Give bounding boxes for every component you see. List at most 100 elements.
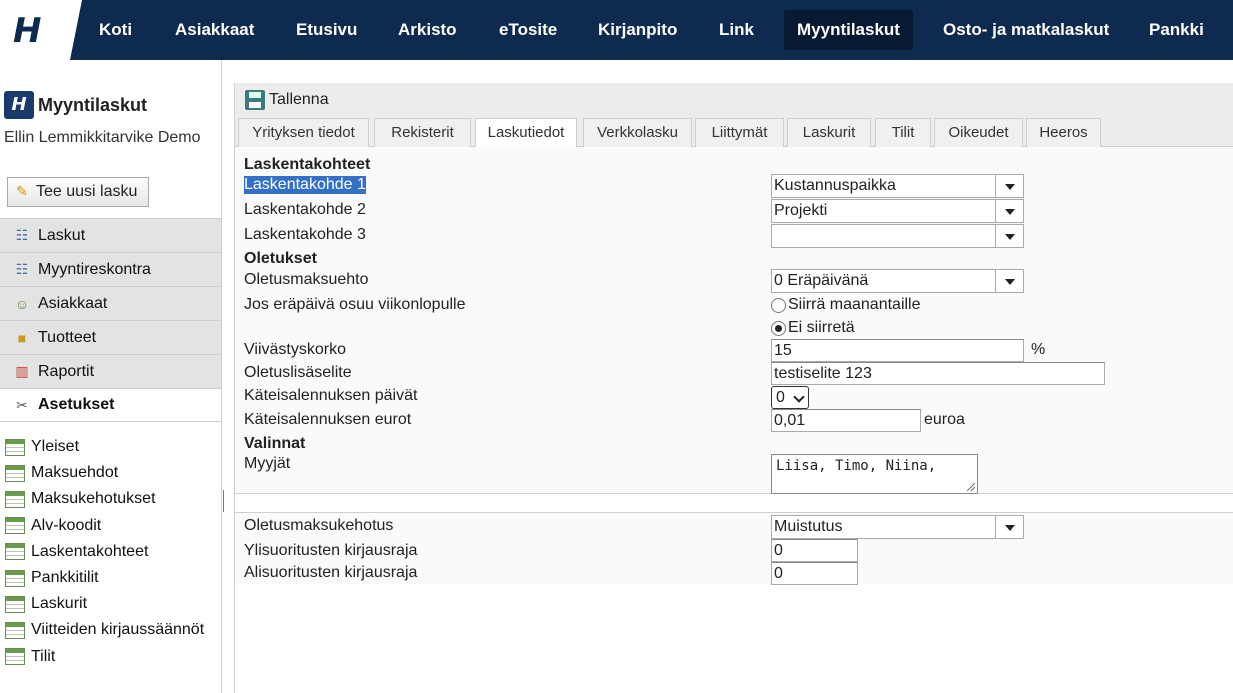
table-icon [5,543,25,561]
nav-etosite[interactable]: eTosite [486,10,570,50]
oletusmaksuehto-label: Oletusmaksuehto [244,271,369,288]
radio-button-selected[interactable] [771,320,786,336]
submenu-item-label: Pankkitilit [31,569,99,587]
oletusmaksuehto-select[interactable]: 0 Eräpäivänä [771,269,1024,293]
new-invoice-label: Tee uusi lasku [36,183,138,200]
submenu-item-label: Maksuehdot [31,464,119,482]
oletusmaksukehotus-label: Oletusmaksukehotus [244,517,394,534]
submenu-item-tilit[interactable]: Tilit [5,644,220,670]
table-icon [5,621,25,639]
floppy-disk-icon [245,90,265,110]
sidebar-item-myyntireskontra[interactable]: ☷ Myyntireskontra [0,252,221,286]
radio-ei-siirreta[interactable]: Ei siirretä [771,319,855,337]
oletusmaksukehotus-select[interactable]: Muistutus [771,515,1024,539]
dropdown-arrow-icon [995,516,1023,538]
laskentakohde-2-select[interactable]: Projekti [771,199,1024,223]
nav-pankki[interactable]: Pankki [1136,10,1217,50]
tab-laskurit[interactable]: Laskurit [787,118,871,147]
select-value: Kustannuspaikka [774,177,896,194]
ylisuoritus-input[interactable]: 0 [771,539,858,562]
app-logo-icon: H [4,91,34,119]
kateisalennus-eurot-input[interactable]: 0,01 [771,409,921,432]
submenu-item-pankkitilit[interactable]: Pankkitilit [5,565,220,591]
save-button[interactable]: Tallenna [245,90,329,110]
select-value: 0 Eräpäivänä [774,272,869,289]
viivastyskorko-label: Viivästyskorko [244,341,346,358]
sidebar-item-laskut[interactable]: ☷ Laskut [0,218,221,252]
laskentakohde-2-label: Laskentakohde 2 [244,201,366,218]
tab-heeros[interactable]: Heeros [1026,118,1101,147]
kateisalennus-paivat-label: Käteisalennuksen päivät [244,387,418,404]
nav-koti[interactable]: Koti [86,10,145,50]
submenu-item-laskentakohteet[interactable]: Laskentakohteet [5,539,220,565]
new-invoice-button[interactable]: ✎ Tee uusi lasku [7,177,149,207]
sidebar-item-asiakkaat[interactable]: ☺ Asiakkaat [0,286,221,320]
tab-laskutiedot[interactable]: Laskutiedot [475,118,577,148]
new-document-icon: ✎ [16,183,28,199]
kateisalennus-paivat-select[interactable]: 0 [771,386,809,409]
submenu-item-label: Viitteiden kirjaussäännöt [31,621,205,639]
top-navigation: H Koti Asiakkaat Etusivu Arkisto eTosite… [0,0,1233,60]
tab-verkkolasku[interactable]: Verkkolasku [583,118,692,147]
oletuslisaselite-input[interactable]: testiselite 123 [771,362,1105,385]
myyjat-label: Myyjät [244,455,291,472]
submenu-item-alv-koodit[interactable]: Alv-koodit [5,513,220,539]
alisuoritus-input[interactable]: 0 [771,562,858,585]
nav-asiakkaat[interactable]: Asiakkaat [162,10,267,50]
nav-link[interactable]: Link [706,10,767,50]
table-icon [5,595,25,613]
sidebar-item-tuotteet[interactable]: ■ Tuotteet [0,320,221,354]
submenu-item-maksuehdot[interactable]: Maksuehdot [5,460,220,486]
dropdown-arrow-icon [995,175,1023,197]
brand-logo-mark: H [13,11,42,51]
radio-siirra-maanantaille[interactable]: Siirrä maanantaille [771,296,921,314]
tab-oikeudet[interactable]: Oikeudet [934,118,1023,147]
submenu-item-label: Laskentakohteet [31,542,149,560]
nav-kirjanpito[interactable]: Kirjanpito [585,10,690,50]
resize-grip-icon[interactable] [967,483,975,491]
company-name: Ellin Lemmikkitarvike Demo [4,129,201,146]
nav-myyntilaskut[interactable]: Myyntilaskut [784,10,913,50]
kateisalennus-eurot-label: Käteisalennuksen eurot [244,411,412,428]
radio-button[interactable] [771,297,786,313]
oletuslisaselite-label: Oletuslisäselite [244,364,352,381]
tab-rekisterit[interactable]: Rekisterit [374,118,471,147]
submenu-item-laskurit[interactable]: Laskurit [5,591,220,617]
tab-liittymat[interactable]: Liittymät [695,118,784,147]
sidebar-item-label: Laskut [38,226,86,244]
ledger-icon: ☷ [15,261,29,277]
submenu-item-label: Maksukehotukset [31,490,156,508]
laskentakohde-3-select[interactable] [771,224,1024,248]
submenu-item-yleiset[interactable]: Yleiset [5,434,220,460]
submenu-item-maksukehotukset[interactable]: Maksukehotukset [5,486,220,512]
tab-yrityksen-tiedot[interactable]: Yrityksen tiedot [238,118,369,147]
reports-chart-icon: ▥ [15,363,29,379]
sidebar-item-label: Asiakkaat [38,294,108,312]
radio-label: Ei siirretä [788,319,855,336]
nav-osto-ja-matkalaskut[interactable]: Osto- ja matkalaskut [930,10,1122,50]
products-icon: ■ [17,329,27,346]
submenu-item-viitteiden-kirjaussaannot[interactable]: Viitteiden kirjaussäännöt [5,617,220,643]
brand-logo[interactable]: H [0,0,82,60]
viivastyskorko-input[interactable]: 15 [771,339,1024,362]
myyjat-textarea[interactable]: Liisa, Timo, Niina, [771,454,978,494]
tab-tilit[interactable]: Tilit [875,118,931,147]
laskentakohde-1-select[interactable]: Kustannuspaikka [771,174,1024,198]
sidebar-item-label: Myyntireskontra [38,260,151,278]
nav-etusivu[interactable]: Etusivu [283,10,370,50]
sidebar-item-asetukset[interactable]: ✂ Asetukset [0,388,221,422]
viikonloppu-label: Jos eräpäivä osuu viikonlopulle [244,296,466,313]
sidebar-item-raportit[interactable]: ▥ Raportit [0,354,221,388]
sidebar-item-label: Tuotteet [38,328,97,346]
textarea-value: Liisa, Timo, Niina, [776,458,937,474]
invoice-list-icon: ☷ [15,227,29,243]
nav-arkisto[interactable]: Arkisto [385,10,470,50]
section-laskentakohteet: Laskentakohteet [244,156,371,173]
percent-unit: % [1031,341,1046,358]
table-icon [5,648,25,666]
panel-resize-handle[interactable] [223,490,224,512]
table-icon [5,569,25,587]
payment-reminder-form: Oletusmaksukehotus Muistutus Ylisuoritus… [235,512,1233,585]
sidebar-item-label: Raportit [38,362,95,380]
save-label: Tallenna [269,91,329,108]
